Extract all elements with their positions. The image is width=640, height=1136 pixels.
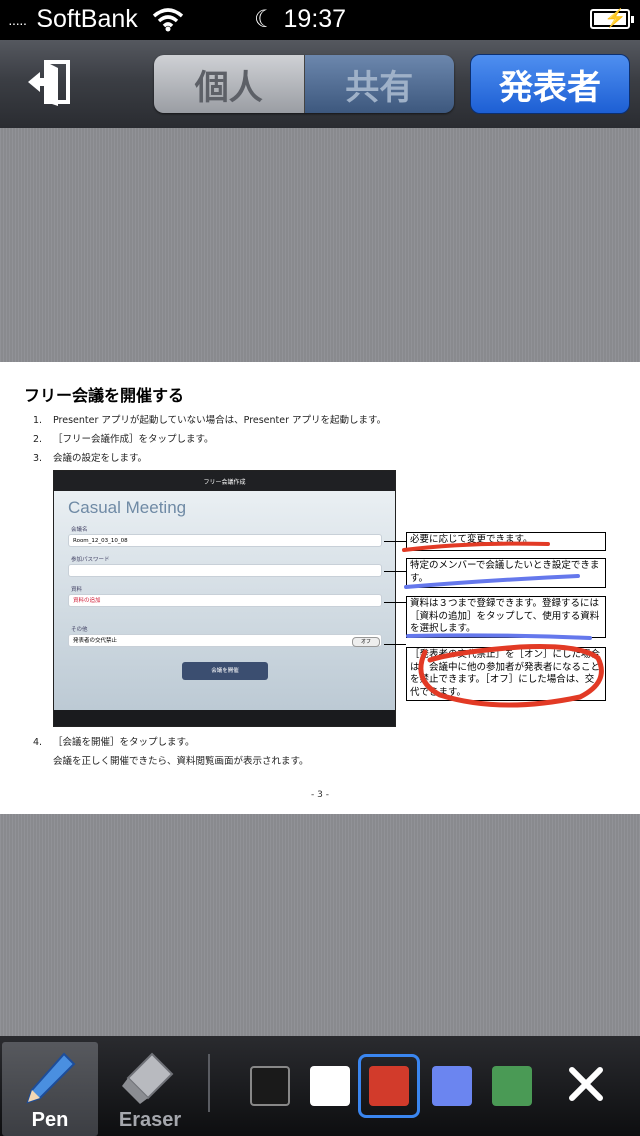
close-icon[interactable] (566, 1064, 606, 1104)
color-swatch-black[interactable] (250, 1066, 290, 1106)
segment-shared[interactable]: 共有 (304, 55, 454, 113)
document-page[interactable]: フリー会議を開催する 1. Presenter アプリが起動していない場合は、Pr… (0, 362, 640, 814)
exit-icon[interactable] (24, 58, 80, 106)
color-swatch-blue[interactable] (432, 1066, 472, 1106)
toolbar-divider (208, 1054, 210, 1112)
step-4-detail: 会議を正しく開催できたら、資料閲覧画面が表示されます。 (53, 756, 309, 767)
wifi-icon (152, 7, 184, 32)
drawing-toolbar: Pen Eraser (0, 1036, 640, 1136)
color-swatch-red[interactable] (369, 1066, 409, 1106)
step-4: 4. ［会議を開催］をタップします。 (33, 737, 195, 748)
page-number: - 3 - (311, 790, 329, 800)
presenter-button[interactable]: 発表者 (470, 54, 630, 114)
battery-icon: ⚡ (590, 8, 634, 29)
background-top (0, 128, 640, 362)
signal-strength: ····· (8, 14, 27, 31)
status-time: 19:37 (283, 5, 347, 33)
eraser-label: Eraser (118, 1109, 182, 1131)
background-bottom (0, 814, 640, 1036)
pen-label: Pen (31, 1109, 69, 1131)
color-swatch-green[interactable] (492, 1066, 532, 1106)
pen-tool-button[interactable]: Pen (2, 1042, 98, 1136)
status-bar: ····· SoftBank ☾ 19:37 ⚡ (0, 0, 640, 40)
segment-personal[interactable]: 個人 (154, 55, 305, 113)
eraser-icon (122, 1052, 174, 1104)
eraser-tool-button[interactable]: Eraser (102, 1042, 198, 1136)
carrier-name: SoftBank (36, 5, 138, 33)
moon-icon: ☾ (254, 6, 276, 33)
view-mode-segmented-control[interactable]: 個人 共有 (154, 55, 454, 113)
navigation-bar: 個人 共有 発表者 (0, 40, 640, 129)
color-swatch-white[interactable] (310, 1066, 350, 1106)
pen-icon (26, 1052, 76, 1104)
